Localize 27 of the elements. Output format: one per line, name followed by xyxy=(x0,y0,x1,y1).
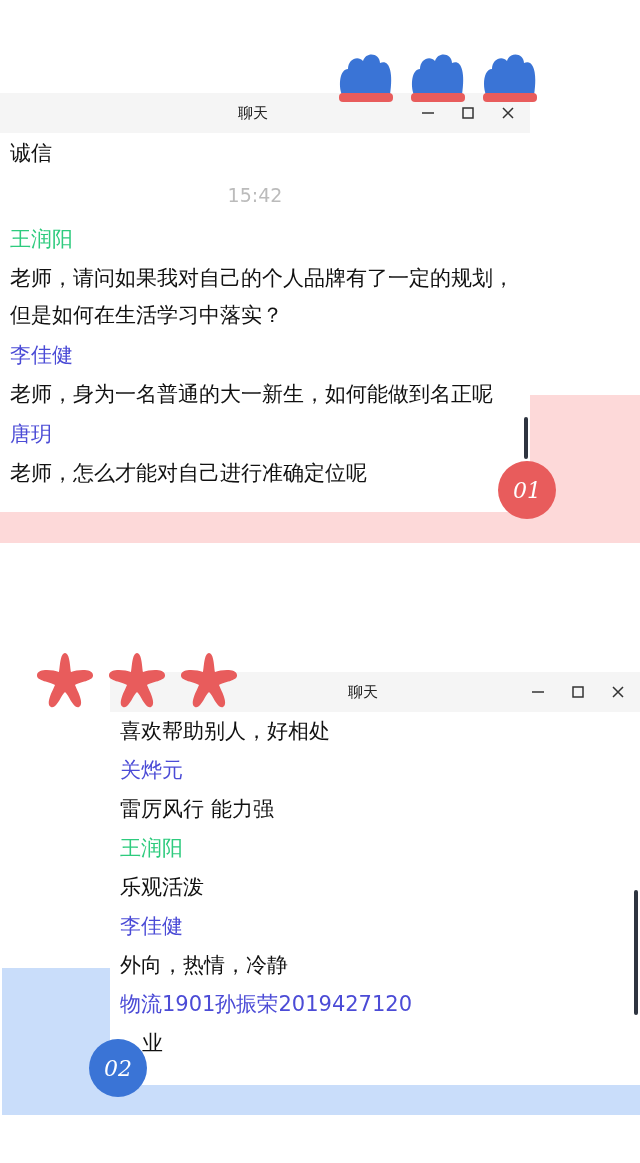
timestamp: 15:42 xyxy=(226,183,284,208)
sender-name: 李佳健 xyxy=(10,342,74,369)
sender-name: 唐玥 xyxy=(10,421,53,448)
sender-name: 物流1901孙振荣2019427120 xyxy=(120,991,414,1018)
message-text: 喜欢帮助别人，好相处 xyxy=(120,719,330,743)
scrollbar[interactable] xyxy=(634,890,638,1015)
window-title: 聊天 xyxy=(237,103,269,123)
scrollbar[interactable] xyxy=(524,417,528,459)
sender-name: 关烨元 xyxy=(120,757,184,784)
message-text: 诚信 xyxy=(10,141,52,165)
star-sticker xyxy=(107,650,167,710)
message-text: 雷厉风行 能力强 xyxy=(120,797,274,821)
close-icon[interactable] xyxy=(610,684,626,700)
close-icon[interactable] xyxy=(500,105,516,121)
star-sticker xyxy=(35,650,95,710)
sender-name: 王润阳 xyxy=(10,226,74,253)
message-text: 老师，怎么才能对自己进行准确定位呢 xyxy=(10,461,367,485)
sender-name: 李佳健 xyxy=(120,913,184,940)
maximize-icon[interactable] xyxy=(570,684,586,700)
star-sticker xyxy=(179,650,239,710)
window-title: 聊天 xyxy=(347,682,379,702)
message-text: 老师，身为一名普通的大一新生，如何能做到名正呢 xyxy=(10,382,493,406)
message-text: 乐观活泼 xyxy=(120,875,204,899)
maximize-icon[interactable] xyxy=(460,105,476,121)
sender-name: 王润阳 xyxy=(120,835,184,862)
message-text: 外向，热情，冷静 xyxy=(120,953,288,977)
message-text: 老师，请问如果我对自己的个人品牌有了一定的规划，但是如何在生活学习中落实？ xyxy=(10,266,514,327)
